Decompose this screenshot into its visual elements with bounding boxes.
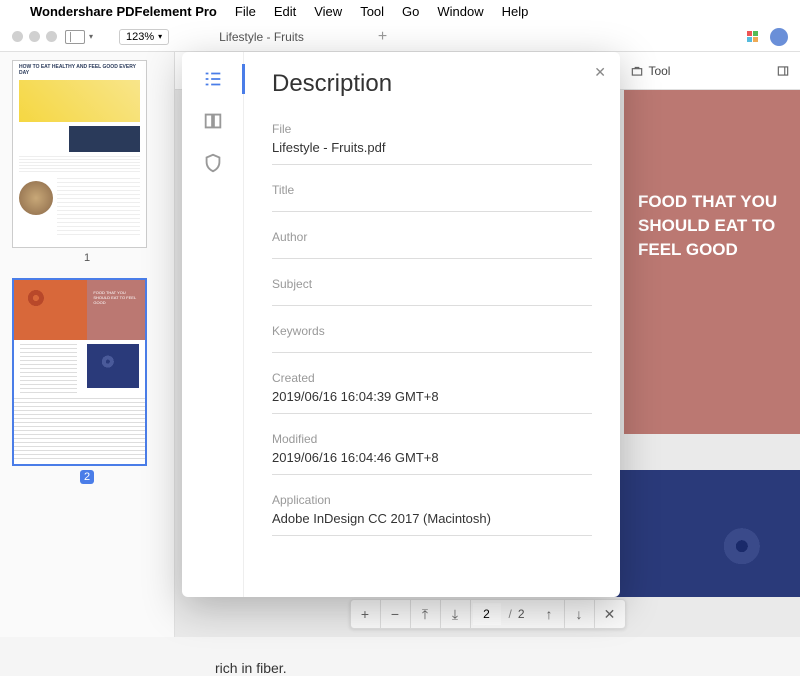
menu-file[interactable]: File [235, 4, 256, 19]
page-total: 2 [518, 607, 535, 621]
field-application: Application Adobe InDesign CC 2017 (Maci… [272, 493, 592, 536]
menu-help[interactable]: Help [502, 4, 529, 19]
thumb-heading: FOOD THAT YOU SHOULD EAT TO FEEL GOOD [87, 280, 145, 340]
thumbnails-sidebar: HOW TO EAT HEALTHY AND FEEL GOOD EVERY D… [0, 52, 175, 637]
menu-tool[interactable]: Tool [360, 4, 384, 19]
titlebar: ▾ 123% ▾ Lifestyle - Fruits + [0, 22, 800, 52]
first-page-button[interactable]: ⤒ [410, 600, 440, 628]
field-created: Created 2019/06/16 16:04:39 GMT+8 [272, 371, 592, 414]
doc-heading-block: FOOD THAT YOU SHOULD EAT TO FEEL GOOD [624, 90, 800, 434]
zoom-in-button[interactable]: + [350, 600, 380, 628]
doc-body-text: rich in fiber. [215, 660, 287, 676]
field-label: Created [272, 371, 592, 385]
field-title[interactable]: Title [272, 183, 592, 212]
description-tab[interactable] [202, 68, 224, 90]
field-value: Adobe InDesign CC 2017 (Macintosh) [272, 511, 592, 527]
new-tab-button[interactable]: + [378, 28, 387, 46]
menubar: Wondershare PDFelement Pro File Edit Vie… [0, 0, 800, 22]
chevron-down-icon: ▾ [158, 32, 162, 41]
close-pager-button[interactable]: ✕ [595, 600, 625, 628]
app-name[interactable]: Wondershare PDFelement Pro [30, 4, 217, 19]
page-number-2: 2 [80, 470, 94, 484]
maximize-window[interactable] [46, 31, 57, 42]
menu-window[interactable]: Window [437, 4, 483, 19]
properties-dialog: ✕ Description File Lifestyle - Fruits.pd… [182, 52, 620, 597]
doc-heading: FOOD THAT YOU SHOULD EAT TO FEEL GOOD [638, 190, 786, 261]
field-value [272, 201, 592, 203]
field-value [272, 248, 592, 250]
field-label: Title [272, 183, 592, 197]
field-keywords[interactable]: Keywords [272, 324, 592, 353]
thumb-image [87, 344, 139, 388]
user-avatar[interactable] [770, 28, 788, 46]
thumb-text [57, 178, 140, 238]
tool-label: Tool [648, 64, 670, 78]
last-page-button[interactable]: ⤓ [440, 600, 470, 628]
menu-go[interactable]: Go [402, 4, 419, 19]
zoom-value: 123% [126, 31, 154, 43]
field-label: Author [272, 230, 592, 244]
field-subject[interactable]: Subject [272, 277, 592, 306]
thumb-image [19, 80, 140, 122]
field-label: File [272, 122, 592, 136]
page-number-1: 1 [12, 252, 162, 264]
traffic-lights [12, 31, 57, 42]
page-separator: / [502, 607, 517, 621]
shield-icon [202, 152, 224, 174]
sidebar-toggle-icon[interactable] [65, 30, 85, 44]
field-author[interactable]: Author [272, 230, 592, 259]
field-value [272, 295, 592, 297]
thumb-title: HOW TO EAT HEALTHY AND FEEL GOOD EVERY D… [13, 61, 146, 76]
thumb-image [69, 126, 140, 152]
thumb-text [19, 156, 140, 174]
field-value [272, 342, 592, 344]
field-value: Lifestyle - Fruits.pdf [272, 140, 592, 156]
panel-toggle[interactable] [776, 64, 790, 78]
book-icon [202, 110, 224, 132]
dialog-tabs [182, 52, 244, 597]
dialog-title: Description [272, 70, 592, 98]
page-input[interactable] [472, 603, 500, 625]
page-thumbnail-2[interactable]: FOOD THAT YOU SHOULD EAT TO FEEL GOOD [12, 278, 147, 466]
minimize-window[interactable] [29, 31, 40, 42]
prev-page-button[interactable]: ↑ [535, 600, 565, 628]
close-window[interactable] [12, 31, 23, 42]
field-label: Modified [272, 432, 592, 446]
page-thumbnail-1[interactable]: HOW TO EAT HEALTHY AND FEEL GOOD EVERY D… [12, 60, 147, 248]
tool-tool[interactable]: Tool [630, 64, 670, 78]
field-label: Application [272, 493, 592, 507]
field-value: 2019/06/16 16:04:39 GMT+8 [272, 389, 592, 405]
field-file: File Lifestyle - Fruits.pdf [272, 122, 592, 165]
tab-label: Lifestyle - Fruits [219, 30, 304, 44]
apps-grid-icon[interactable] [747, 31, 758, 42]
field-label: Keywords [272, 324, 592, 338]
field-label: Subject [272, 277, 592, 291]
thumb-image [14, 280, 87, 340]
page-navigator: + − ⤒ ⤓ / 2 ↑ ↓ ✕ [349, 599, 625, 629]
document-tab[interactable]: Lifestyle - Fruits [205, 26, 318, 48]
toolbox-icon [630, 64, 644, 78]
thumb-text [20, 344, 77, 394]
zoom-select[interactable]: 123% ▾ [119, 29, 169, 45]
thumb-text [14, 398, 145, 460]
field-value: 2019/06/16 16:04:46 GMT+8 [272, 450, 592, 466]
chevron-down-icon[interactable]: ▾ [89, 32, 93, 41]
zoom-out-button[interactable]: − [380, 600, 410, 628]
list-icon [202, 68, 224, 90]
menu-view[interactable]: View [314, 4, 342, 19]
field-modified: Modified 2019/06/16 16:04:46 GMT+8 [272, 432, 592, 475]
thumb-image [19, 181, 53, 215]
menu-edit[interactable]: Edit [274, 4, 296, 19]
close-dialog-button[interactable]: ✕ [594, 64, 606, 81]
pages-tab[interactable] [202, 110, 224, 132]
panel-icon [776, 64, 790, 78]
next-page-button[interactable]: ↓ [565, 600, 595, 628]
dialog-body: ✕ Description File Lifestyle - Fruits.pd… [244, 52, 620, 597]
security-tab[interactable] [202, 152, 224, 174]
